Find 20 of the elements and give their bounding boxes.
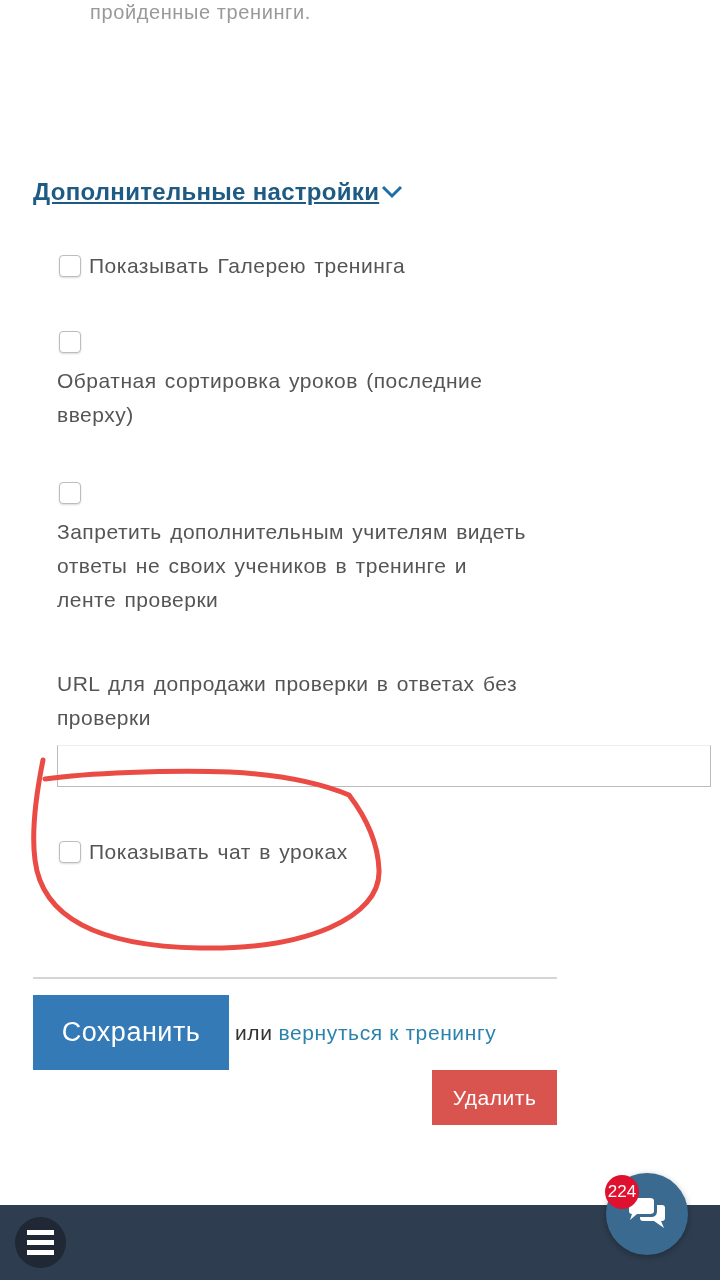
menu-icon[interactable] xyxy=(15,1217,66,1268)
checkbox-label: Показывать чат в уроках xyxy=(89,839,348,865)
checkbox-label: Показывать Галерею тренинга xyxy=(89,253,406,279)
section-toggle-link[interactable]: Дополнительные настройки xyxy=(33,178,380,206)
back-to-training-link[interactable]: вернуться к тренингу xyxy=(278,1020,497,1045)
notification-badge: 224 xyxy=(605,1175,639,1209)
delete-button[interactable]: Удалить xyxy=(432,1070,557,1125)
field-label: URL для допродажи проверки в ответах без проверки xyxy=(57,671,519,731)
chevron-down-icon[interactable] xyxy=(381,185,404,199)
checkbox-label: Запретить дополнительным учителям видеть ответы не своих учеников в тренинге и ленте проверки xyxy=(57,519,527,613)
or-text: или xyxy=(235,1020,273,1045)
checkbox-label: Обратная сортировка уроков (последние вверху) xyxy=(57,368,484,428)
intro-text: пройденные тренинги. xyxy=(90,0,312,24)
checkbox[interactable] xyxy=(59,331,81,353)
save-button[interactable]: Сохранить xyxy=(33,995,229,1070)
checkbox[interactable] xyxy=(59,482,81,504)
checkbox[interactable] xyxy=(59,255,81,277)
checkbox[interactable] xyxy=(59,841,81,863)
chat-bubbles-icon xyxy=(626,1197,668,1231)
url-input-field[interactable] xyxy=(57,745,711,787)
